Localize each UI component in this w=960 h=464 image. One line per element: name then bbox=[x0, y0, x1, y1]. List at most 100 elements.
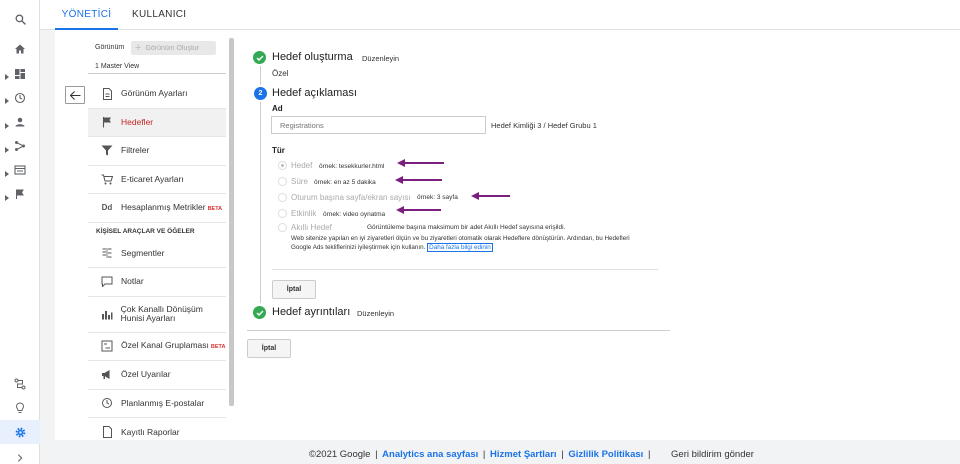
footer-separator: | bbox=[482, 449, 486, 460]
goal-setup-title: Hedef oluşturma bbox=[272, 51, 353, 63]
footer-link-terms[interactable]: Hizmet Şartları bbox=[490, 449, 557, 460]
home-icon[interactable] bbox=[12, 41, 28, 57]
gear-icon[interactable] bbox=[12, 424, 28, 440]
footer-link-privacy[interactable]: Gizlilik Politikası bbox=[568, 449, 643, 460]
flag-icon[interactable] bbox=[12, 186, 28, 202]
menu-label: Özel Uyarılar bbox=[121, 369, 171, 380]
footer-link-analytics-home[interactable]: Analytics ana sayfası bbox=[382, 449, 478, 460]
type-option-label: Akıllı Hedef bbox=[291, 223, 332, 232]
bottom-cancel-button[interactable]: İptal bbox=[247, 339, 291, 358]
flag-icon bbox=[100, 115, 114, 129]
check-icon bbox=[253, 51, 266, 64]
menu-label-text: Özel Kanal Gruplaması bbox=[121, 340, 209, 351]
tab-user[interactable]: KULLANICI bbox=[132, 0, 186, 30]
type-radio-destination[interactable] bbox=[278, 161, 287, 170]
customization-icon[interactable] bbox=[12, 66, 28, 82]
caret-right-icon bbox=[5, 144, 9, 153]
menu-item-goals[interactable]: Hedefler bbox=[88, 108, 226, 137]
person-icon[interactable] bbox=[12, 114, 28, 130]
left-rail bbox=[0, 0, 40, 464]
beta-badge: BETA bbox=[207, 205, 223, 212]
smart-goal-description: Web sitenize yapılan en iyi ziyaretleri … bbox=[291, 234, 671, 253]
search-icon[interactable] bbox=[12, 11, 28, 27]
send-feedback-link[interactable]: Geri bildirim gönder bbox=[671, 449, 754, 460]
cancel-button[interactable]: İptal bbox=[272, 280, 316, 299]
expand-chevron-icon[interactable] bbox=[12, 450, 28, 464]
megaphone-icon bbox=[100, 368, 114, 382]
type-example: Görüntüleme başına maksimum bir adet Akı… bbox=[367, 224, 566, 231]
view-selector[interactable]: 1 Master View bbox=[95, 63, 139, 70]
menu-item-ecommerce[interactable]: E-ticaret Ayarları bbox=[88, 166, 226, 194]
menu-item-notes[interactable]: Notlar bbox=[88, 268, 226, 297]
caret-right-icon bbox=[5, 120, 9, 129]
create-view-button[interactable]: + Görünüm Oluştur bbox=[131, 41, 216, 55]
menu-item-saved-reports[interactable]: Kayıtlı Raporlar bbox=[88, 418, 226, 447]
copyright: ©2021 Google bbox=[309, 449, 371, 460]
type-radio-pages[interactable] bbox=[278, 193, 287, 202]
attribution-icon[interactable] bbox=[12, 376, 28, 392]
menu-label: Planlanmış E-postalar bbox=[121, 397, 205, 408]
menu-item-calculated-metrics[interactable]: Dd Hesaplanmış Metrikler BETA bbox=[88, 194, 226, 223]
footer: ©2021 Google | Analytics ana sayfası | H… bbox=[309, 449, 754, 460]
caret-right-icon bbox=[5, 192, 9, 201]
type-option-label: Oturum başına sayfa/ekran sayısı bbox=[291, 193, 411, 202]
goal-setup-value: Özel bbox=[272, 69, 289, 78]
type-radio-duration[interactable] bbox=[278, 177, 287, 186]
create-view-label: Görünüm Oluştur bbox=[145, 44, 200, 52]
acquisition-icon[interactable] bbox=[12, 138, 28, 154]
annotation-arrow-icon bbox=[395, 176, 442, 184]
scrollbar[interactable] bbox=[229, 38, 234, 406]
menu-label-text: Hesaplanmış Metrikler bbox=[121, 201, 206, 212]
beta-badge: BETA bbox=[210, 344, 226, 351]
menu-label: Hedefler bbox=[121, 116, 154, 127]
step-connector bbox=[260, 66, 261, 85]
comment-icon bbox=[100, 275, 114, 289]
goal-description-title: Hedef açıklaması bbox=[272, 87, 357, 99]
menu-label: E-ticaret Ayarları bbox=[121, 173, 184, 184]
caret-right-icon bbox=[5, 71, 9, 80]
section-title: KİŞİSEL ARAÇLAR VE ÖĞELER bbox=[96, 227, 195, 235]
menu-label: Segmentler bbox=[121, 247, 165, 258]
report-icon bbox=[100, 425, 114, 439]
tab-admin[interactable]: YÖNETİCİ bbox=[55, 0, 118, 30]
menu-label: Özel Kanal Gruplaması BETA bbox=[121, 341, 225, 351]
menu-item-scheduled-emails[interactable]: Planlanmış E-postalar bbox=[88, 390, 226, 418]
filter-icon bbox=[100, 144, 114, 158]
behavior-icon[interactable] bbox=[12, 162, 28, 178]
menu-label: Filtreler bbox=[121, 145, 150, 156]
menu-item-channel-grouping[interactable]: Özel Kanal Gruplaması BETA bbox=[88, 333, 226, 361]
goal-setup-edit-link[interactable]: Düzenleyin bbox=[362, 54, 399, 63]
document-icon bbox=[100, 87, 114, 101]
clock-icon[interactable] bbox=[12, 90, 28, 106]
annotation-arrow-icon bbox=[396, 206, 441, 214]
type-option-label: Etkinlik bbox=[291, 209, 317, 218]
lightbulb-icon[interactable] bbox=[12, 400, 28, 416]
menu-item-view-settings[interactable]: Görünüm Ayarları bbox=[88, 80, 226, 109]
type-example: örnek: video oynatma bbox=[323, 211, 386, 218]
type-radio-event[interactable] bbox=[278, 209, 287, 218]
dd-icon: Dd bbox=[101, 203, 113, 213]
menu-label: Hesaplanmış Metrikler BETA bbox=[121, 201, 223, 213]
annotation-arrow-icon bbox=[397, 159, 444, 167]
menu-item-filters[interactable]: Filtreler bbox=[88, 137, 226, 166]
step-connector bbox=[260, 102, 261, 303]
caret-right-icon bbox=[5, 95, 9, 104]
learn-more-link[interactable]: Daha fazla bilgi edinin bbox=[427, 243, 493, 253]
footer-separator: | bbox=[647, 449, 651, 460]
channel-icon bbox=[100, 339, 114, 353]
type-radio-smart-goal[interactable] bbox=[278, 223, 287, 232]
goal-name-input[interactable] bbox=[271, 116, 486, 134]
menu-item-segments[interactable]: Segmentler bbox=[88, 240, 226, 268]
footer-separator: | bbox=[375, 449, 378, 460]
caret-right-icon bbox=[5, 168, 9, 177]
view-label: Görünüm bbox=[95, 44, 125, 51]
goal-details-edit-link[interactable]: Düzenleyin bbox=[357, 309, 394, 318]
top-tab-bar: YÖNETİCİ KULLANICI bbox=[40, 0, 960, 30]
back-button[interactable] bbox=[65, 86, 85, 104]
menu-item-custom-alerts[interactable]: Özel Uyarılar bbox=[88, 361, 226, 390]
cart-icon bbox=[100, 172, 114, 186]
view-menu: Görünüm Ayarları Hedefler Filtreler E-ti… bbox=[88, 80, 226, 447]
type-example: örnek: 3 sayfa bbox=[417, 194, 458, 201]
menu-item-mcf[interactable]: Çok Kanallı Dönüşüm Hunisi Ayarları bbox=[88, 297, 226, 333]
annotation-arrow-icon bbox=[471, 192, 510, 200]
